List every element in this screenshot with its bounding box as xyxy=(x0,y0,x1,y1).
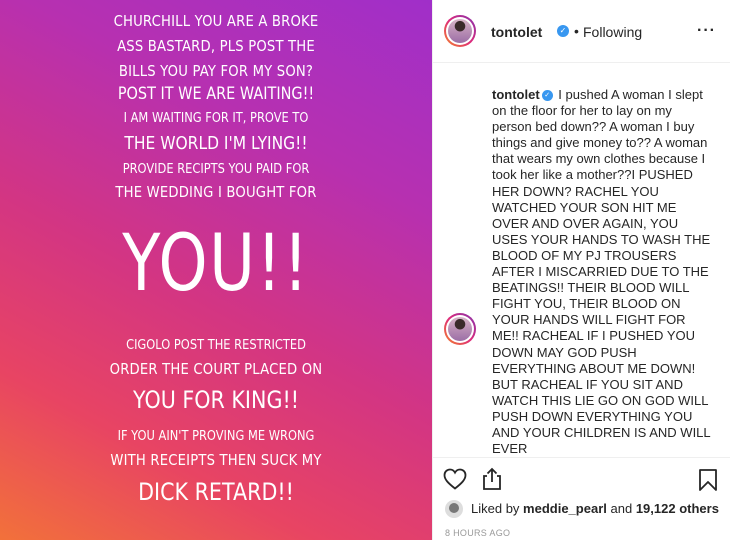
more-options-icon[interactable]: ··· xyxy=(697,22,716,40)
post-caption: tontolet ✓ I pushed A woman I slept on th… xyxy=(492,87,714,456)
story-text-line: CHURCHILL YOU ARE A BROKE xyxy=(113,12,319,30)
story-text-line: I AM WAITING FOR IT, PROVE TO xyxy=(123,111,309,126)
post-header: tontolet ✓ • Following ··· xyxy=(433,0,730,63)
action-bar xyxy=(433,457,730,498)
caption-username[interactable]: tontolet xyxy=(492,87,540,102)
story-text-line: THE WEDDING I BOUGHT FOR xyxy=(115,183,317,201)
verified-badge-icon: ✓ xyxy=(557,25,569,37)
following-button[interactable]: Following xyxy=(583,24,642,40)
post-panel: tontolet ✓ • Following ··· tontolet ✓ I p… xyxy=(433,0,730,540)
caption-avatar[interactable] xyxy=(444,313,476,345)
header-separator: • xyxy=(574,23,579,39)
post-image[interactable]: CHURCHILL YOU ARE A BROKE ASS BASTARD, P… xyxy=(0,0,432,540)
story-text-line: YOU FOR KING!! xyxy=(132,386,300,414)
liker-avatar[interactable] xyxy=(445,500,463,518)
likes-prefix: Liked by xyxy=(471,501,520,516)
caption-text: I pushed A woman I slept on the floor fo… xyxy=(492,87,711,456)
likes-count[interactable]: 19,122 others xyxy=(636,501,719,516)
bookmark-icon[interactable] xyxy=(698,468,718,492)
story-text-line: PROVIDE RECIPTS YOU PAID FOR xyxy=(122,162,310,177)
liker-username[interactable]: meddie_pearl xyxy=(523,501,607,516)
story-text-line: WITH RECEIPTS THEN SUCK MY xyxy=(110,451,322,469)
heart-outline-icon[interactable] xyxy=(443,468,467,490)
story-text-line: DICK RETARD!! xyxy=(138,478,294,506)
share-icon[interactable] xyxy=(481,467,503,491)
story-text-line: THE WORLD I'M LYING!! xyxy=(124,133,308,154)
author-username[interactable]: tontolet xyxy=(491,24,542,40)
story-headline: YOU!! xyxy=(122,219,310,309)
story-text-line: IF YOU AIN'T PROVING ME WRONG xyxy=(117,429,315,444)
story-text-line: BILLS YOU PAY FOR MY SON? xyxy=(118,62,314,80)
author-avatar[interactable] xyxy=(444,15,476,47)
verified-badge-icon: ✓ xyxy=(541,90,553,102)
comments-section[interactable]: tontolet ✓ I pushed A woman I slept on th… xyxy=(433,63,730,456)
story-text-line: ASS BASTARD, PLS POST THE xyxy=(117,37,315,55)
story-text-line: CIGOLO POST THE RESTRICTED xyxy=(126,338,306,353)
likes-conjunction: and xyxy=(610,501,633,516)
post-timestamp[interactable]: 8 HOURS AGO xyxy=(445,528,510,538)
story-text-line: POST IT WE ARE WAITING!! xyxy=(117,84,315,104)
story-text-line: ORDER THE COURT PLACED ON xyxy=(109,360,323,378)
